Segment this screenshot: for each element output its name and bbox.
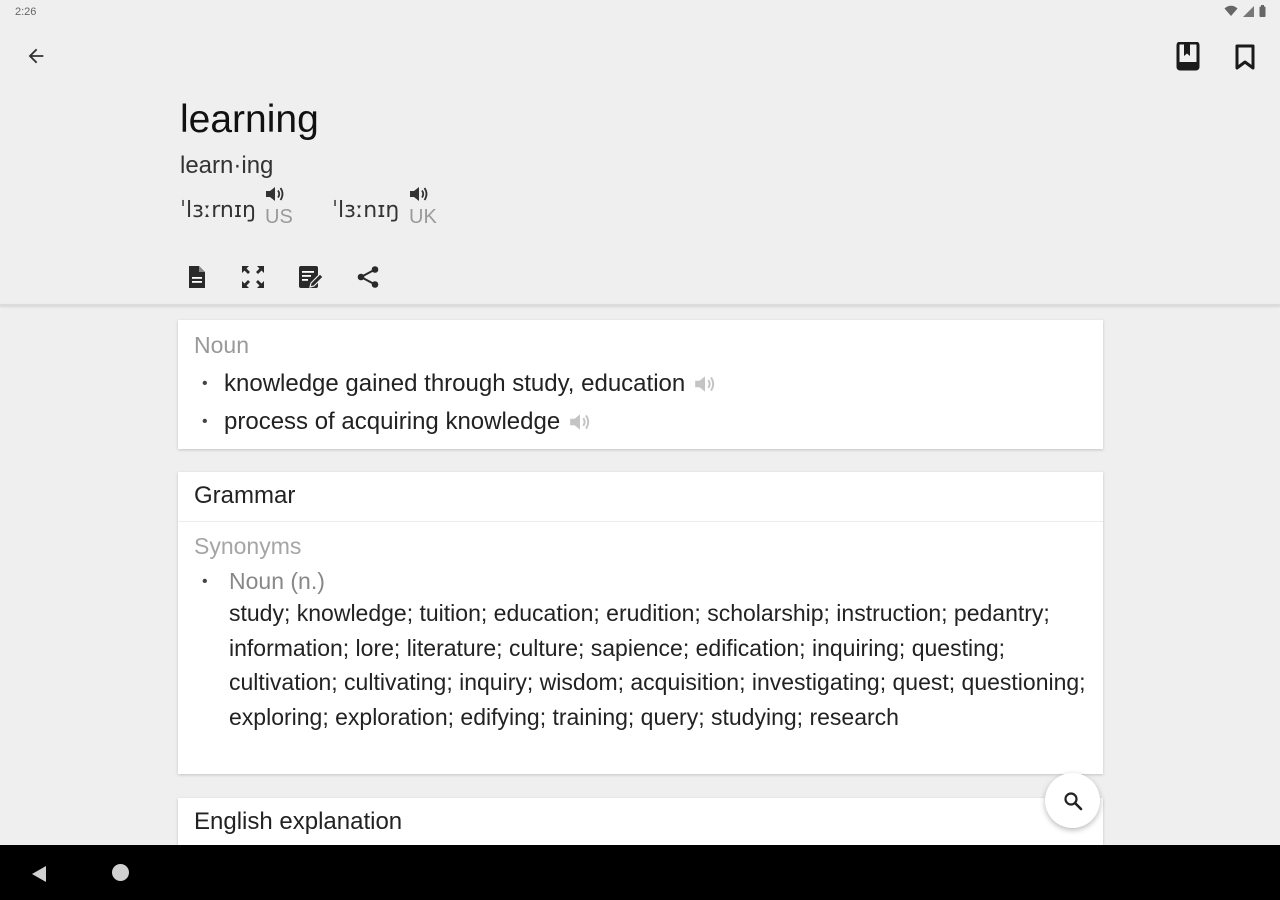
status-time: 2:26 [15, 6, 37, 18]
english-explanation-title: English explanation [194, 808, 403, 835]
definition-item[interactable]: • knowledge gained through study, educat… [202, 370, 717, 398]
synonyms-label: Synonyms [194, 533, 302, 559]
synonym-pos: • Noun (n.) [202, 568, 325, 595]
definition-text: process of acquiring knowledge [224, 408, 561, 435]
nav-back-icon[interactable] [28, 863, 50, 885]
speaker-icon[interactable] [264, 184, 286, 204]
definition-item[interactable]: • process of acquiring knowledge [202, 408, 592, 436]
system-nav-bar [0, 845, 1280, 900]
part-of-speech-label: Noun [194, 332, 249, 358]
header-divider [0, 304, 1280, 306]
search-fab[interactable] [1045, 773, 1100, 828]
definitions-card: Noun • knowledge gained through study, e… [178, 320, 1103, 449]
grammar-title: Grammar [194, 482, 296, 509]
definition-text: knowledge gained through study, educatio… [224, 370, 686, 397]
back-arrow-icon [28, 48, 44, 64]
pronunciation-region: UK [409, 206, 437, 228]
signal-icon [1243, 5, 1254, 17]
speaker-icon[interactable] [408, 184, 430, 204]
status-icons [1224, 5, 1266, 17]
status-bar: 2:26 [0, 0, 1280, 26]
dictionary-book-icon [1176, 42, 1200, 71]
bullet: • [202, 375, 208, 392]
bookmark-icon [1235, 44, 1255, 70]
share-button[interactable] [351, 260, 385, 294]
synonym-list[interactable]: study; knowledge; tuition; education; er… [229, 596, 1089, 734]
grammar-card: Grammar Synonyms • Noun (n.) study; know… [178, 472, 1103, 774]
document-button[interactable] [180, 260, 214, 294]
bullet: • [202, 572, 208, 590]
pronunciation-region: US [265, 206, 293, 228]
speaker-icon [695, 376, 715, 392]
bookmark-button[interactable] [1226, 38, 1264, 76]
document-icon [189, 266, 205, 288]
note-edit-button[interactable] [294, 260, 328, 294]
battery-icon [1259, 5, 1266, 17]
fullscreen-button[interactable] [236, 260, 270, 294]
note-edit-icon [299, 266, 324, 288]
pronunciation-ipa: ˈlɜːrnɪŋ [180, 198, 256, 223]
definition-speaker[interactable] [568, 411, 592, 433]
headword: learning [180, 98, 319, 141]
nav-home-icon[interactable] [112, 864, 129, 881]
definition-speaker[interactable] [693, 373, 717, 395]
card-divider [178, 521, 1103, 522]
syllables: learn·ing [180, 152, 274, 179]
search-icon [1063, 791, 1082, 810]
speaker-icon [570, 414, 590, 430]
pronunciation-ipa: ˈlɜːnɪŋ [332, 198, 400, 223]
fullscreen-icon [242, 266, 264, 288]
share-icon [357, 266, 379, 288]
bullet: • [202, 413, 208, 430]
synonym-pos-label: Noun (n.) [229, 568, 325, 594]
back-button[interactable] [18, 38, 54, 74]
wifi-icon [1224, 5, 1238, 16]
dictionary-button[interactable] [1170, 38, 1208, 76]
